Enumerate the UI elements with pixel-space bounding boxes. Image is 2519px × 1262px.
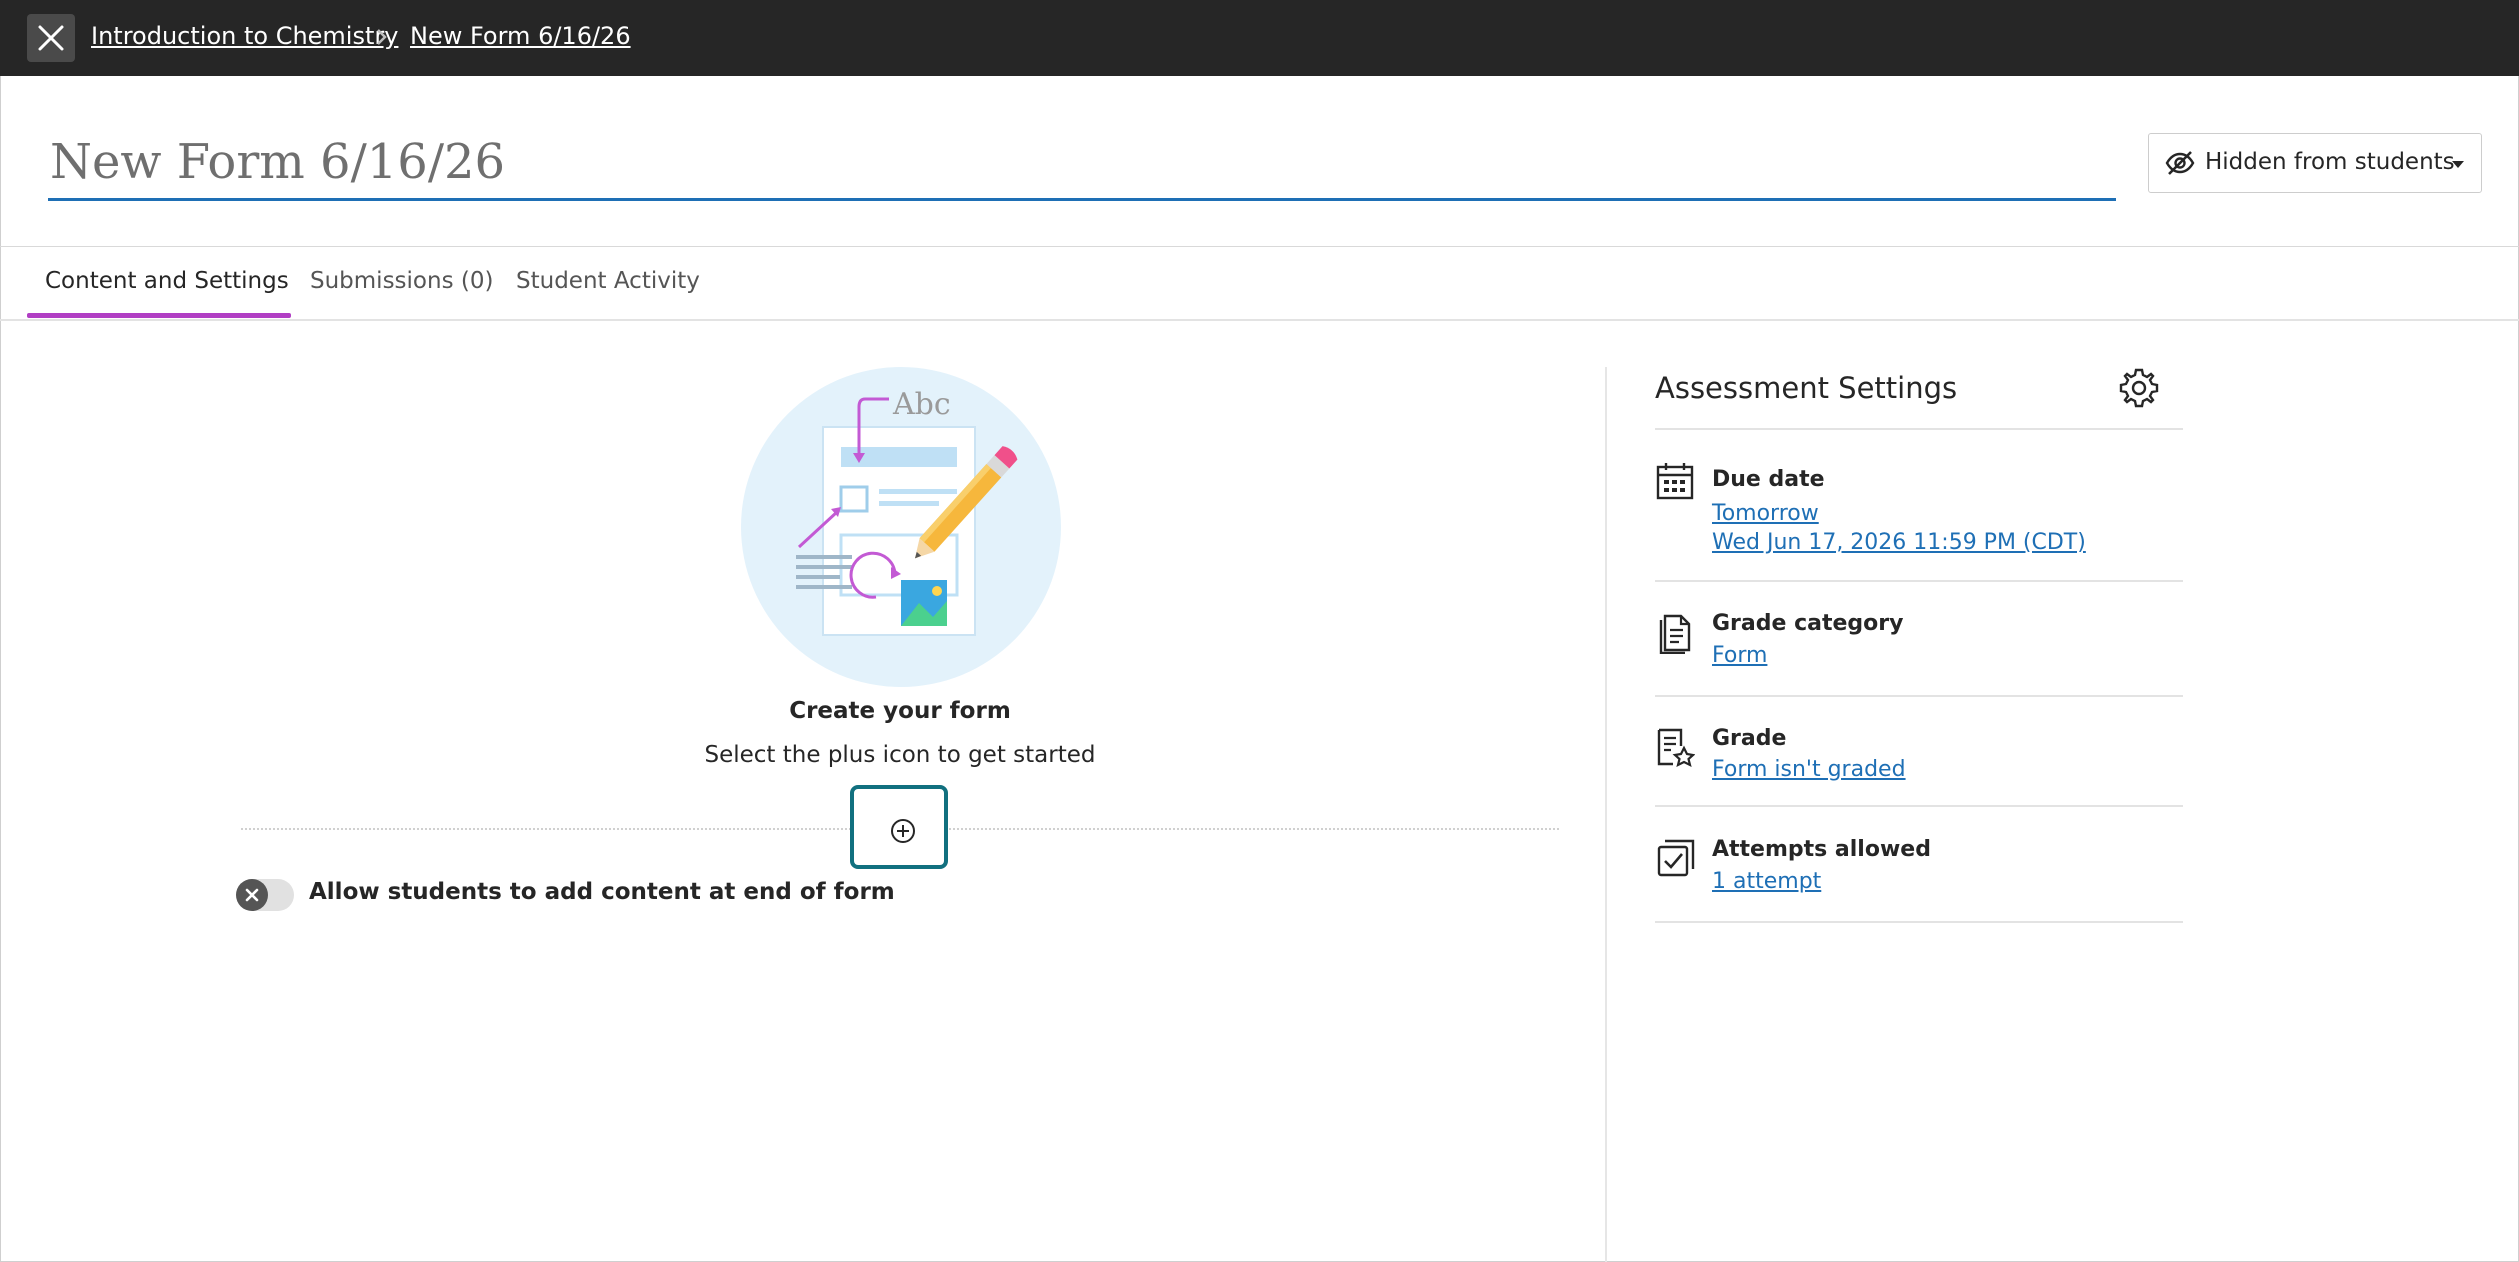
toggle-off-x-icon <box>245 888 259 902</box>
attempts-rule <box>1655 921 2183 923</box>
attempts-label: Attempts allowed <box>1712 837 1931 862</box>
tab-student-activity[interactable]: Student Activity <box>516 268 700 294</box>
grade-label: Grade <box>1712 726 1787 751</box>
grade-link[interactable]: Form isn't graded <box>1712 757 1906 782</box>
due-date-rule <box>1655 580 2183 582</box>
illustration-abc-text: Abc <box>892 387 951 422</box>
grade-category-link[interactable]: Form <box>1712 643 1767 668</box>
due-date-label: Due date <box>1712 467 1825 492</box>
grade-rule <box>1655 805 2183 807</box>
tab-content-and-settings[interactable]: Content and Settings <box>45 268 289 294</box>
eye-slash-icon <box>2165 151 2195 175</box>
active-tab-indicator <box>27 313 291 318</box>
visibility-dropdown[interactable]: Hidden from students <box>2148 133 2482 193</box>
document-icon <box>1659 614 1691 654</box>
empty-state-subtitle: Select the plus icon to get started <box>704 742 1096 768</box>
close-button[interactable] <box>27 14 75 62</box>
panel-divider <box>1605 367 1607 1262</box>
tabs-top-divider <box>0 246 2519 247</box>
attempts-link[interactable]: 1 attempt <box>1712 869 1821 894</box>
calendar-icon <box>1656 463 1694 500</box>
close-icon <box>38 25 64 51</box>
plus-circle-icon <box>891 819 915 843</box>
assessment-settings-title: Assessment Settings <box>1655 371 1958 405</box>
create-form-illustration: Abc <box>741 367 1061 687</box>
form-title-input[interactable]: New Form 6/16/26 <box>48 132 2116 201</box>
grade-category-label: Grade category <box>1712 611 1904 636</box>
grade-category-rule <box>1655 695 2183 697</box>
breadcrumb-course-link[interactable]: Introduction to Chemistry <box>91 22 398 50</box>
tab-submissions[interactable]: Submissions (0) <box>310 268 493 294</box>
gear-icon[interactable] <box>2118 367 2160 409</box>
attempts-checkbox-icon <box>1657 839 1695 877</box>
allow-student-content-label: Allow students to add content at end of … <box>309 879 895 905</box>
top-bar: Introduction to Chemistry New Form 6/16/… <box>0 0 2519 76</box>
allow-student-content-toggle[interactable] <box>236 879 294 911</box>
tabs-bottom-divider <box>0 319 2519 321</box>
caret-down-icon <box>2452 161 2464 168</box>
graded-document-star-icon <box>1657 728 1695 768</box>
due-date-value-link[interactable]: Wed Jun 17, 2026 11:59 PM (CDT) <box>1712 530 2086 555</box>
chevron-right-icon <box>377 29 387 45</box>
add-content-button[interactable] <box>850 785 948 869</box>
empty-state-title: Create your form <box>789 698 1011 724</box>
due-date-relative-link[interactable]: Tomorrow <box>1712 501 1819 526</box>
breadcrumb-current-link[interactable]: New Form 6/16/26 <box>410 22 631 50</box>
settings-header-rule <box>1655 428 2183 430</box>
visibility-label: Hidden from students <box>2205 149 2455 175</box>
toggle-knob <box>236 879 268 911</box>
